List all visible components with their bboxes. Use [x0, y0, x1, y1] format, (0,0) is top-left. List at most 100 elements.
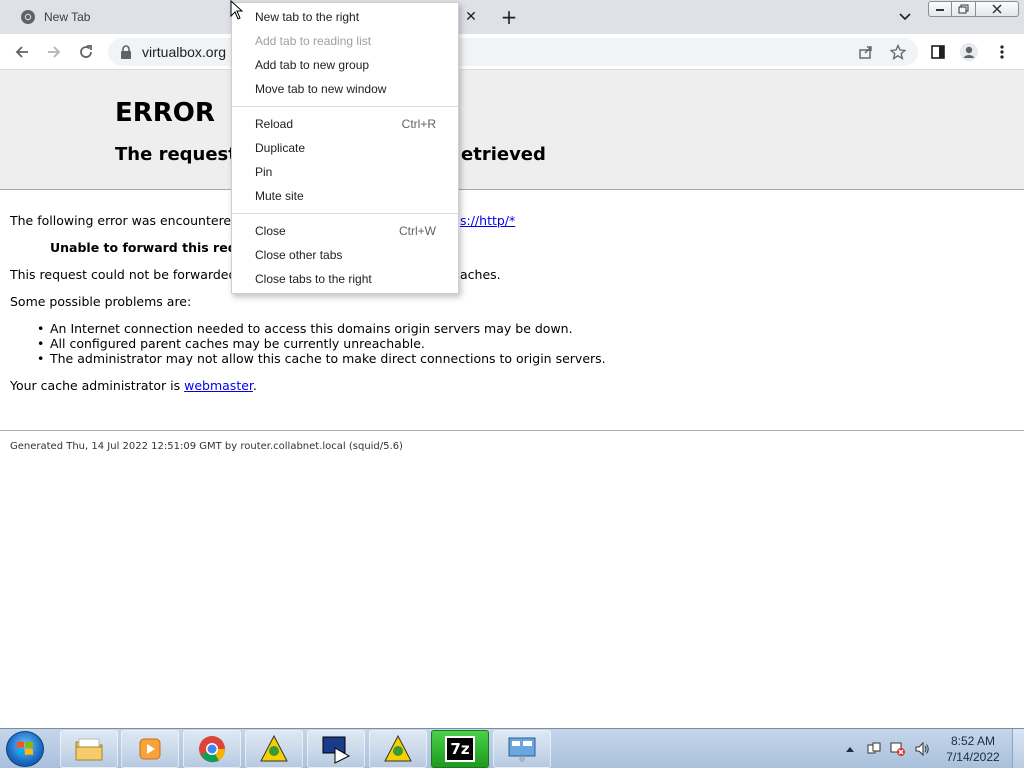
- show-desktop-button[interactable]: [1012, 729, 1024, 768]
- back-arrow-icon[interactable]: [12, 42, 32, 62]
- menu-item-duplicate[interactable]: Duplicate: [232, 136, 458, 160]
- menu-item-label: Pin: [255, 165, 273, 179]
- mouse-cursor-icon: [230, 0, 244, 20]
- forward-explanation-right: aches.: [460, 267, 501, 282]
- problems-heading: Some possible problems are:: [10, 294, 192, 309]
- menu-item-close-tabs-right[interactable]: Close tabs to the right: [232, 267, 458, 291]
- bookmark-star-icon[interactable]: [888, 42, 908, 62]
- chrome-icon: [199, 736, 226, 763]
- folder-icon: [75, 738, 103, 761]
- menu-shortcut: Ctrl+W: [399, 224, 436, 238]
- clock-time: 8:52 AM: [950, 734, 996, 748]
- menu-item-move-to-new-window[interactable]: Move tab to new window: [232, 77, 458, 101]
- menu-item-new-tab-right[interactable]: New tab to the right: [232, 5, 458, 29]
- menu-item-close-other-tabs[interactable]: Close other tabs: [232, 243, 458, 267]
- error-subtitle-right: etrieved: [461, 144, 546, 165]
- tab-search-chevron-icon[interactable]: [896, 8, 914, 26]
- menu-separator: [232, 213, 458, 214]
- error-subtitle-left: The request: [115, 144, 237, 165]
- menu-item-add-to-new-group[interactable]: Add tab to new group: [232, 53, 458, 77]
- app-taskbar-button[interactable]: [369, 730, 427, 768]
- chrome-icon: [21, 10, 35, 24]
- system-tray: [842, 729, 938, 768]
- error-header: ERROR The request etrieved: [0, 70, 1024, 190]
- file-explorer-taskbar-button[interactable]: [60, 730, 118, 768]
- window-close-button[interactable]: [975, 1, 1019, 17]
- tab-title: New Tab: [44, 10, 91, 24]
- tab-strip: New Tab ✕ +: [0, 0, 1024, 34]
- start-button[interactable]: [6, 731, 44, 767]
- menu-item-label: Move tab to new window: [255, 82, 387, 96]
- windows-taskbar: 7z 8:52 AM 7/14/2022: [0, 728, 1024, 768]
- show-hidden-icons-icon[interactable]: [842, 741, 858, 757]
- unable-to-forward-text: Unable to forward this requ: [50, 240, 246, 255]
- action-center-flag-icon[interactable]: [866, 741, 882, 757]
- 7zip-taskbar-button[interactable]: 7z: [431, 730, 489, 768]
- taskbar-clock[interactable]: 8:52 AM 7/14/2022: [938, 733, 1008, 765]
- lock-icon[interactable]: [120, 45, 132, 59]
- forward-explanation-left: This request could not be forwarded: [10, 267, 237, 282]
- menu-item-label: Reload: [255, 117, 294, 131]
- realplayer-icon: [322, 736, 351, 764]
- menu-item-label: Close: [255, 224, 286, 238]
- url-text: virtualbox.org: [142, 44, 227, 60]
- side-panel-icon[interactable]: [928, 42, 948, 62]
- control-panel-taskbar-button[interactable]: [493, 730, 551, 768]
- forward-arrow-icon[interactable]: [44, 42, 64, 62]
- menu-item-label: Close tabs to the right: [255, 272, 372, 286]
- error-line-left: The following error was encountered: [10, 213, 240, 228]
- list-item: An Internet connection needed to access …: [37, 321, 606, 336]
- menu-item-label: New tab to the right: [255, 10, 360, 24]
- volume-icon[interactable]: [914, 741, 930, 757]
- menu-item-label: Close other tabs: [255, 248, 343, 262]
- chrome-taskbar-button[interactable]: [183, 730, 241, 768]
- list-item: The administrator may not allow this cac…: [37, 351, 606, 366]
- webmaster-link[interactable]: webmaster: [184, 378, 253, 393]
- menu-item-label: Duplicate: [255, 141, 306, 155]
- menu-item-close[interactable]: Close Ctrl+W: [232, 219, 458, 243]
- profile-avatar-icon[interactable]: [959, 42, 979, 62]
- window-minimize-button[interactable]: [928, 1, 952, 17]
- media-player-icon: [139, 738, 161, 760]
- menu-item-label: Mute site: [255, 189, 304, 203]
- cache-admin-prefix: Your cache administrator is: [10, 378, 185, 393]
- reload-icon[interactable]: [76, 42, 96, 62]
- menu-shortcut: Ctrl+R: [401, 117, 436, 131]
- problems-list: An Internet connection needed to access …: [37, 321, 606, 366]
- browser-tab[interactable]: New Tab: [8, 0, 230, 34]
- window-restore-button[interactable]: [951, 1, 976, 17]
- more-menu-icon[interactable]: [992, 42, 1012, 62]
- footer-generated-text: Generated Thu, 14 Jul 2022 12:51:09 GMT …: [10, 441, 403, 452]
- menu-item-label: Add tab to new group: [255, 58, 370, 72]
- menu-separator: [232, 106, 458, 107]
- clock-date: 7/14/2022: [946, 750, 1000, 764]
- page-content: ERROR The request etrieved The following…: [0, 70, 1024, 728]
- control-panel-icon: [508, 737, 536, 762]
- list-item: All configured parent caches may be curr…: [37, 336, 606, 351]
- tab-close-icon[interactable]: ✕: [462, 8, 480, 26]
- menu-item-pin[interactable]: Pin: [232, 160, 458, 184]
- media-player-taskbar-button[interactable]: [121, 730, 179, 768]
- address-bar[interactable]: virtualbox.org: [108, 38, 918, 66]
- tab-context-menu: New tab to the right Add tab to reading …: [231, 2, 459, 294]
- windows-logo-icon: [17, 741, 33, 755]
- share-icon[interactable]: [856, 42, 876, 62]
- browser-toolbar: virtualbox.org: [0, 34, 1024, 70]
- error-title: ERROR: [115, 98, 215, 128]
- cache-admin-suffix: .: [252, 378, 257, 393]
- menu-item-label: Add tab to reading list: [255, 34, 372, 48]
- cache-admin-line: Your cache administrator is webmaster.: [10, 378, 257, 393]
- new-tab-button[interactable]: +: [498, 5, 520, 29]
- 7zip-icon: 7z: [445, 736, 475, 762]
- realplayer-taskbar-button[interactable]: [307, 730, 365, 768]
- network-disconnected-icon[interactable]: [890, 741, 906, 757]
- menu-item-add-to-reading-list: Add tab to reading list: [232, 29, 458, 53]
- app-taskbar-button[interactable]: [245, 730, 303, 768]
- triangle-app-icon: [384, 734, 412, 762]
- 7zip-label: 7z: [450, 740, 470, 758]
- menu-item-mute-site[interactable]: Mute site: [232, 184, 458, 208]
- triangle-app-icon: [260, 734, 288, 762]
- footer-divider: [0, 430, 1024, 431]
- error-url-link[interactable]: s://http/*: [460, 213, 515, 228]
- menu-item-reload[interactable]: Reload Ctrl+R: [232, 112, 458, 136]
